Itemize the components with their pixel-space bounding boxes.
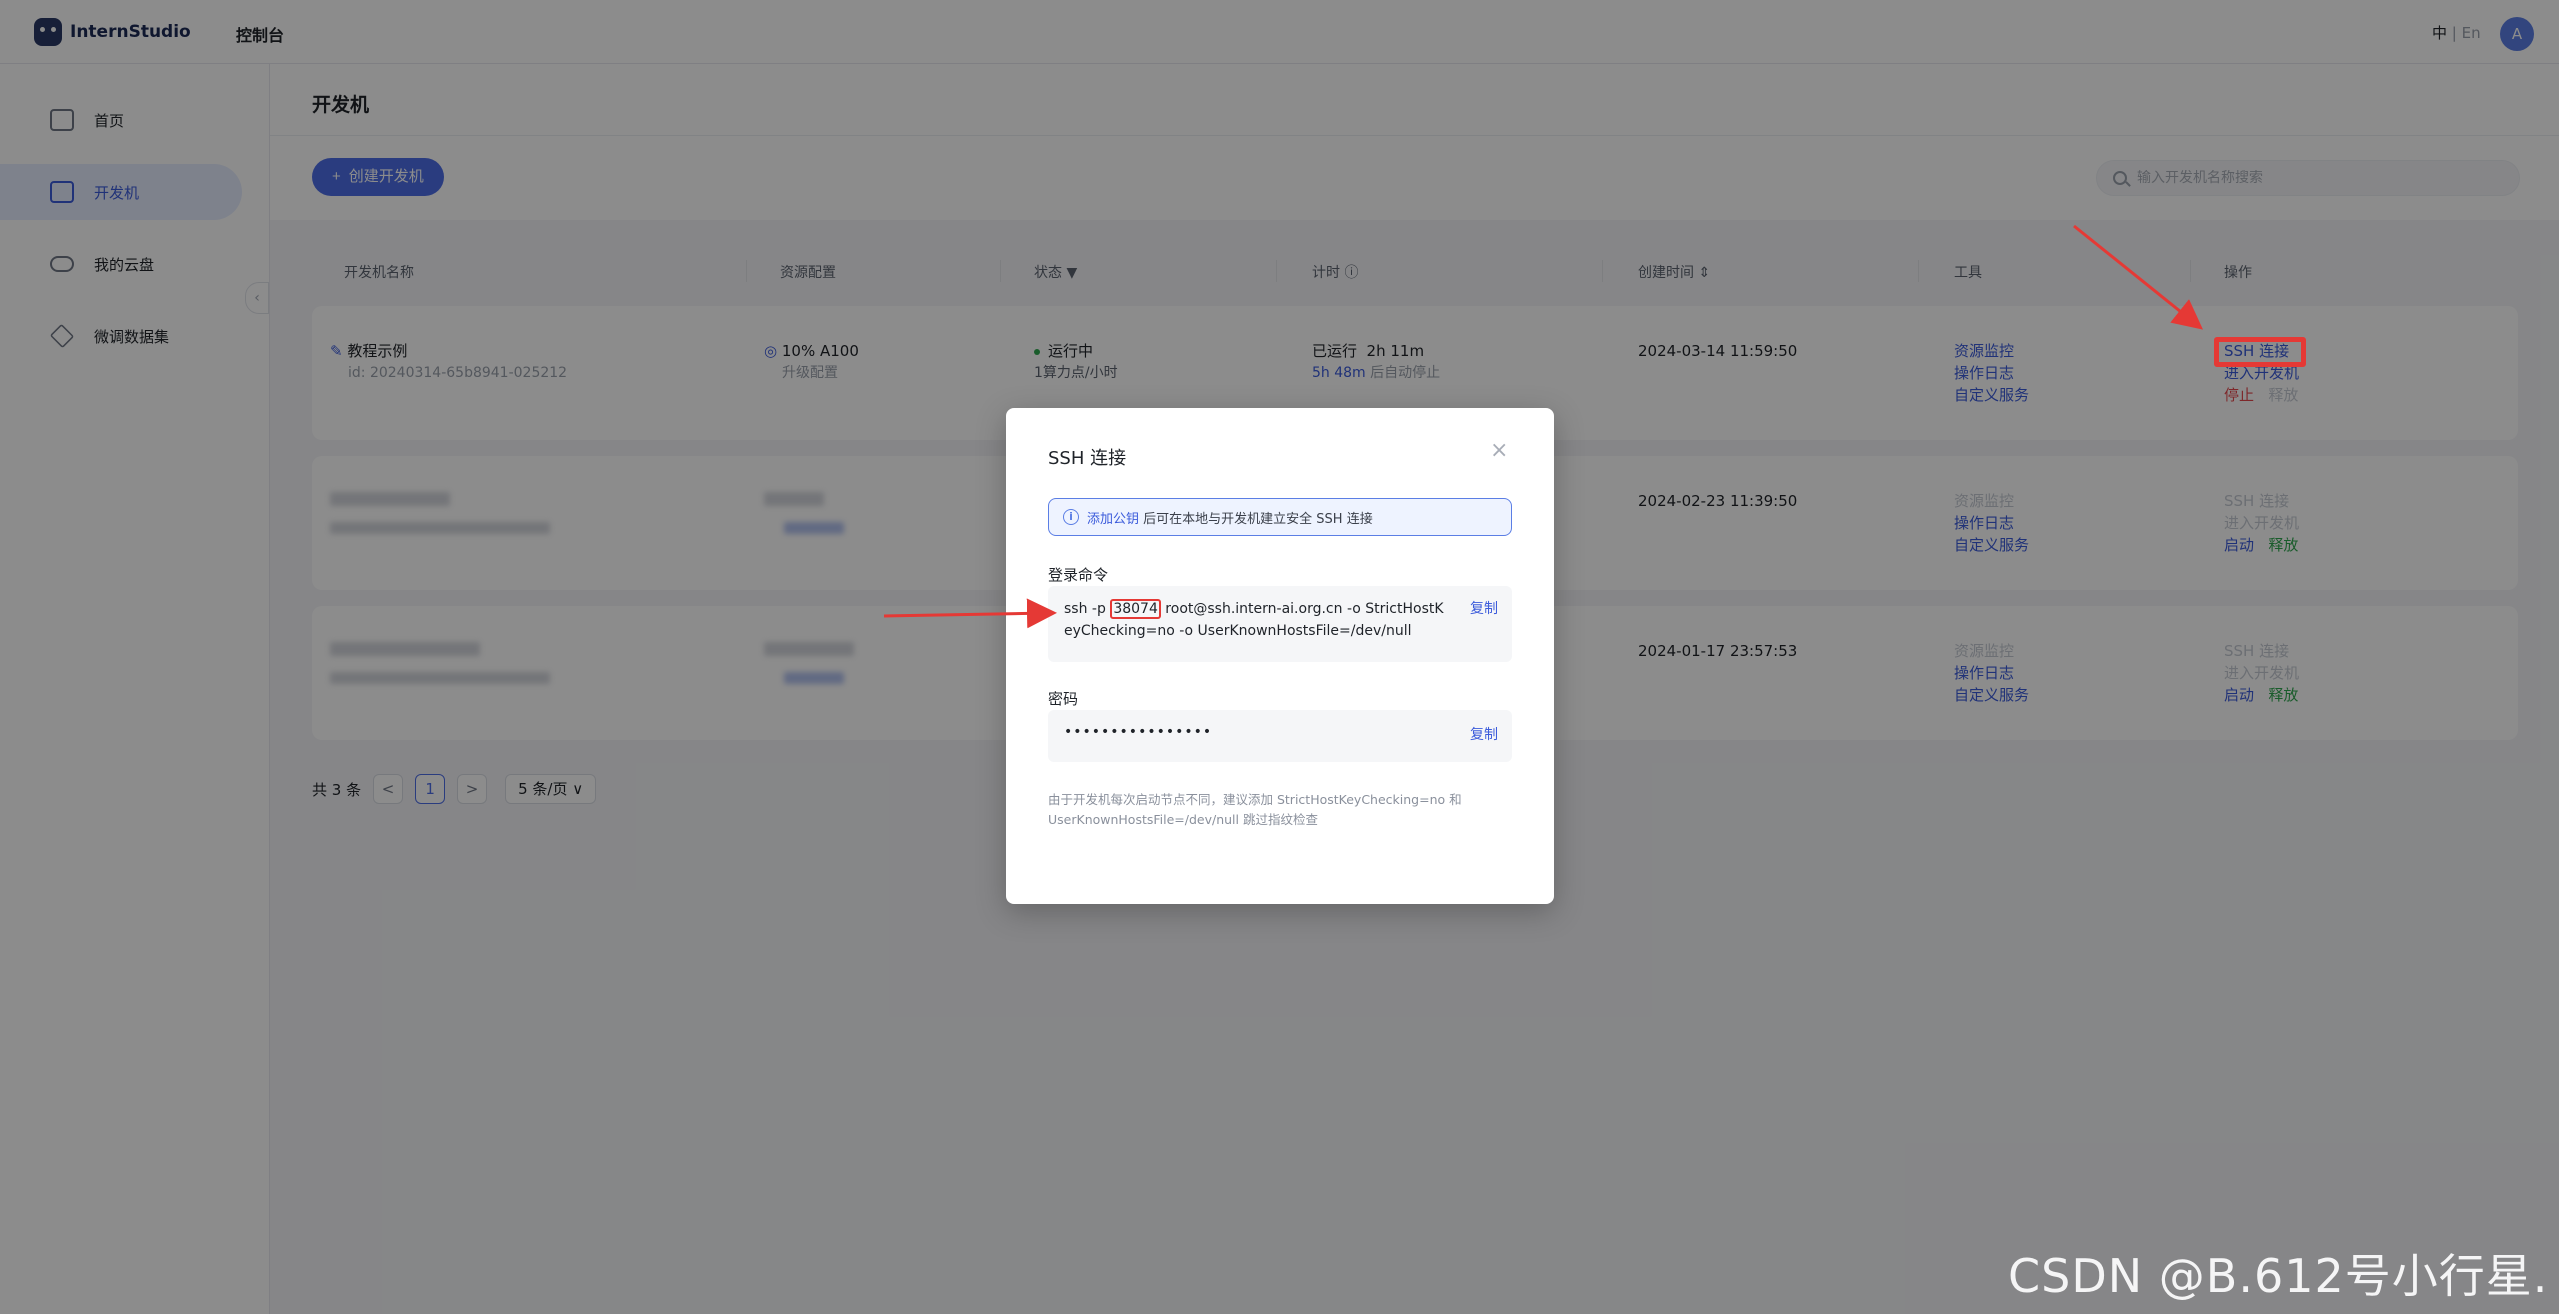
modal-note: 由于开发机每次启动节点不同，建议添加 StrictHostKeyChecking… [1048,792,1462,827]
add-public-key-link[interactable]: 添加公钥 [1087,512,1139,527]
info-banner: i 添加公钥 后可在本地与开发机建立安全 SSH 连接 [1048,498,1512,536]
password-box: •••••••••••••••• 复制 [1048,710,1512,762]
password-label: 密码 [1048,690,1079,708]
modal-title: SSH 连接 [1048,448,1127,469]
command-prefix: ssh -p [1064,601,1111,617]
copy-password-button[interactable]: 复制 [1470,724,1498,744]
copy-command-button[interactable]: 复制 [1470,598,1498,618]
login-command: ssh -p 38074 root@ssh.intern-ai.org.cn -… [1064,598,1444,642]
password-value: •••••••••••••••• [1064,724,1213,740]
annotation-highlight-box [2214,337,2306,367]
close-icon[interactable]: × [1490,438,1508,463]
ssh-connect-modal: SSH 连接 × i 添加公钥 后可在本地与开发机建立安全 SSH 连接 登录命… [1006,408,1554,904]
info-icon: i [1063,509,1079,525]
login-command-box: ssh -p 38074 root@ssh.intern-ai.org.cn -… [1048,586,1512,662]
login-command-label: 登录命令 [1048,566,1109,584]
command-port: 38074 [1110,599,1161,619]
info-text: 后可在本地与开发机建立安全 SSH 连接 [1143,511,1373,527]
watermark: CSDN @B.612号小行星. [2008,1249,2549,1303]
